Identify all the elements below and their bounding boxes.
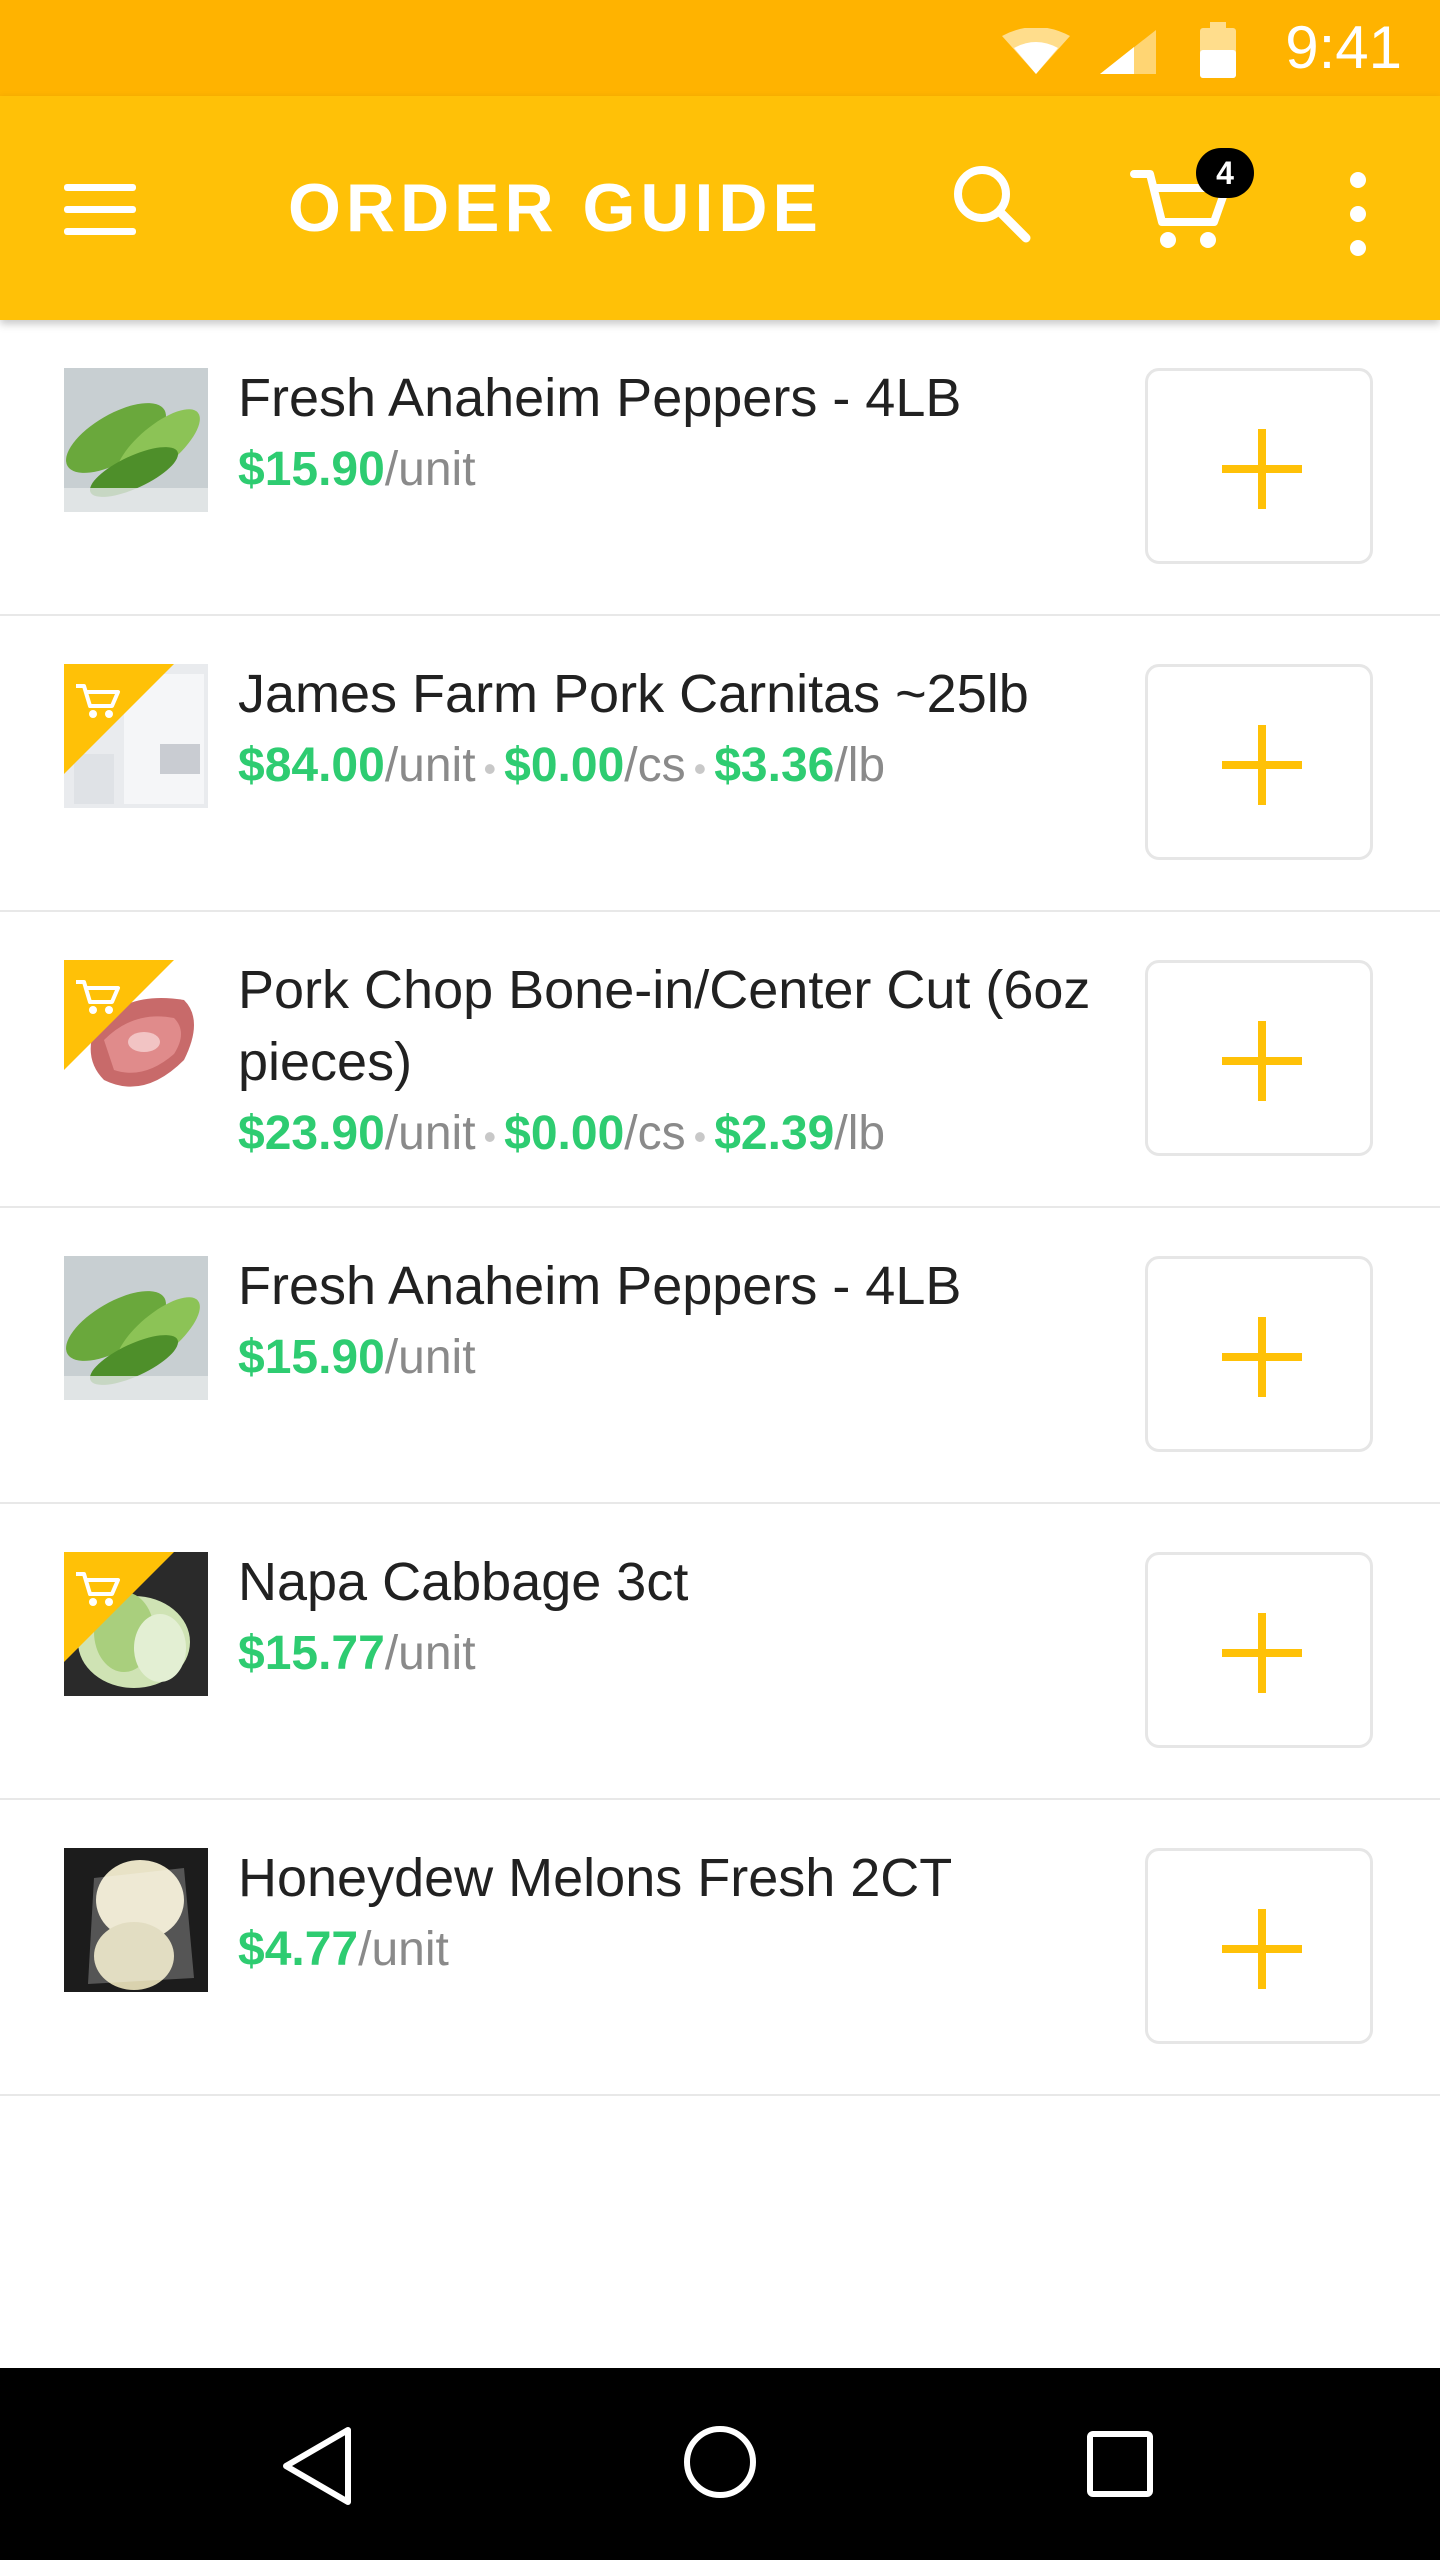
cart-flag-icon <box>64 960 174 1070</box>
app-bar: ORDER GUIDE 4 <box>0 96 1440 320</box>
recents-icon[interactable] <box>1086 2430 1154 2503</box>
plus-icon <box>1222 429 1302 509</box>
home-icon[interactable] <box>680 2422 760 2507</box>
list-item[interactable]: Napa Cabbage 3ct $15.77/unit <box>0 1504 1440 1800</box>
more-vert-icon[interactable] <box>1330 166 1386 262</box>
product-name: Fresh Anaheim Peppers - 4LB <box>238 1256 962 1316</box>
product-name: Honeydew Melons Fresh 2CT <box>238 1848 953 1908</box>
price-amount: $2.39 <box>714 1107 835 1160</box>
product-info: James Farm Pork Carnitas ~25lb $84.00/un… <box>238 658 1118 805</box>
list-item[interactable]: Honeydew Melons Fresh 2CT $4.77/unit <box>0 1800 1440 2096</box>
product-image <box>64 1256 208 1400</box>
add-to-cart-button[interactable] <box>1145 1552 1373 1748</box>
price-line: $84.00/unit • $0.00/cs • $3.36/lb <box>238 730 1118 805</box>
hamburger-icon[interactable] <box>60 174 140 244</box>
page-title: ORDER GUIDE <box>288 170 823 246</box>
separator-dot: • <box>693 748 707 789</box>
product-name: Pork Chop Bone-in/Center Cut (6oz pieces… <box>238 960 1091 1092</box>
add-to-cart-button[interactable] <box>1145 960 1373 1156</box>
price-amount: $4.77 <box>238 1923 359 1976</box>
order-guide-list: Fresh Anaheim Peppers - 4LB $15.90/unit <box>0 320 1440 2096</box>
product-info: Napa Cabbage 3ct $15.77/unit <box>238 1546 1118 1690</box>
back-icon[interactable] <box>278 2424 358 2513</box>
price-unit: /cs <box>624 739 686 792</box>
price-unit: /unit <box>384 1627 476 1680</box>
price-unit: /cs <box>624 1107 686 1160</box>
product-info: Honeydew Melons Fresh 2CT $4.77/unit <box>238 1842 1118 1986</box>
price-amount: $15.77 <box>238 1627 385 1680</box>
list-item[interactable]: James Farm Pork Carnitas ~25lb $84.00/un… <box>0 616 1440 912</box>
cart-count-badge: 4 <box>1196 148 1254 198</box>
list-item[interactable]: Fresh Anaheim Peppers - 4LB $15.90/unit <box>0 320 1440 616</box>
product-image <box>64 960 208 1104</box>
price-line: $23.90/unit • $0.00/cs • $2.39/lb <box>238 1098 1118 1173</box>
product-info: Pork Chop Bone-in/Center Cut (6oz pieces… <box>238 954 1118 1173</box>
cart-flag-icon <box>64 664 174 774</box>
price-line: $4.77/unit <box>238 1914 1118 1986</box>
separator-dot: • <box>483 1116 497 1157</box>
price-amount: $23.90 <box>238 1107 385 1160</box>
list-item[interactable]: Fresh Anaheim Peppers - 4LB $15.90/unit <box>0 1208 1440 1504</box>
product-name: Napa Cabbage 3ct <box>238 1552 689 1612</box>
price-unit: /lb <box>834 1107 886 1160</box>
product-name: Fresh Anaheim Peppers - 4LB <box>238 368 962 428</box>
product-image <box>64 1848 208 1992</box>
price-amount: $0.00 <box>504 1107 625 1160</box>
status-bar: 9:41 <box>0 0 1440 96</box>
price-amount: $3.36 <box>714 739 835 792</box>
price-line: $15.90/unit <box>238 434 1118 506</box>
price-unit: /unit <box>358 1923 449 1976</box>
add-to-cart-button[interactable] <box>1145 368 1373 564</box>
list-item[interactable]: Pork Chop Bone-in/Center Cut (6oz pieces… <box>0 912 1440 1208</box>
price-line: $15.77/unit <box>238 1618 1118 1690</box>
product-info: Fresh Anaheim Peppers - 4LB $15.90/unit <box>238 362 1118 506</box>
plus-icon <box>1222 1909 1302 1989</box>
search-icon[interactable] <box>950 162 1034 246</box>
price-amount: $15.90 <box>238 443 385 496</box>
product-name: James Farm Pork Carnitas ~25lb <box>238 664 1029 724</box>
product-image <box>64 664 208 808</box>
price-amount: $15.90 <box>238 1331 385 1384</box>
wifi-icon <box>1000 27 1072 81</box>
add-to-cart-button[interactable] <box>1145 1256 1373 1452</box>
product-image <box>64 1552 208 1696</box>
price-line: $15.90/unit <box>238 1322 1118 1394</box>
status-time: 9:41 <box>1285 14 1402 81</box>
plus-icon <box>1222 1317 1302 1397</box>
cart-flag-icon <box>64 1552 174 1662</box>
plus-icon <box>1222 1021 1302 1101</box>
system-nav-bar <box>0 2368 1440 2560</box>
price-amount: $0.00 <box>504 739 625 792</box>
product-info: Fresh Anaheim Peppers - 4LB $15.90/unit <box>238 1250 1118 1394</box>
add-to-cart-button[interactable] <box>1145 664 1373 860</box>
price-unit: /unit <box>384 1107 476 1160</box>
price-unit: /unit <box>384 443 476 496</box>
add-to-cart-button[interactable] <box>1145 1848 1373 2044</box>
battery-icon <box>1200 22 1236 83</box>
price-unit: /lb <box>834 739 886 792</box>
price-unit: /unit <box>384 739 476 792</box>
price-amount: $84.00 <box>238 739 385 792</box>
cell-signal-icon <box>1098 28 1158 81</box>
separator-dot: • <box>483 748 497 789</box>
plus-icon <box>1222 725 1302 805</box>
product-image <box>64 368 208 512</box>
plus-icon <box>1222 1613 1302 1693</box>
price-unit: /unit <box>384 1331 476 1384</box>
separator-dot: • <box>693 1116 707 1157</box>
